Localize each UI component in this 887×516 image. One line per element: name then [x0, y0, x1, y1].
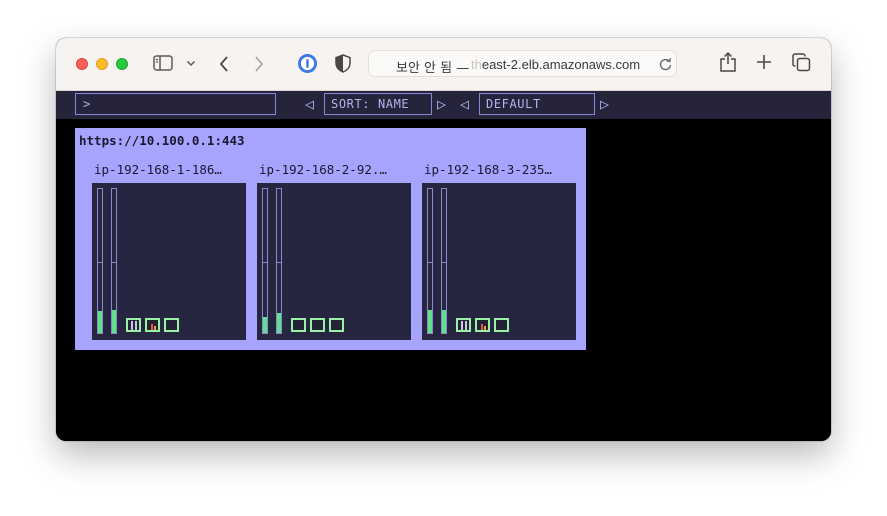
pod-chip: [456, 318, 471, 332]
node-metrics: [92, 183, 246, 340]
sort-selector[interactable]: SORT: NAME: [324, 93, 432, 115]
share-icon[interactable]: [719, 51, 737, 73]
close-window-button[interactable]: [76, 58, 88, 70]
memory-gauge: [441, 188, 447, 334]
pod-chip: [329, 318, 344, 332]
pod-chip: [475, 318, 490, 332]
endpoint-panel: https://10.100.0.1:443 ip-192-168-1-186……: [75, 128, 586, 350]
sort-prev-button[interactable]: ◁: [305, 95, 314, 113]
endpoint-url: https://10.100.0.1:443: [79, 133, 245, 148]
browser-window: 보안 안 됨 — theast-2.elb.amazonaws.com > ◁ …: [56, 38, 831, 441]
zoom-window-button[interactable]: [116, 58, 128, 70]
cpu-gauge: [262, 188, 268, 334]
command-prompt: >: [83, 97, 91, 111]
cpu-gauge: [427, 188, 433, 334]
node-metrics: [422, 183, 576, 340]
app-toolbar: > ◁ SORT: NAME ▷ ◁ DEFAULT ▷: [56, 91, 831, 119]
command-input[interactable]: >: [75, 93, 276, 115]
node-card[interactable]: ip-192-168-3-235…: [419, 159, 579, 343]
node-metrics: [257, 183, 411, 340]
cpu-gauge: [97, 188, 103, 334]
new-tab-icon[interactable]: [756, 54, 772, 70]
node-card[interactable]: ip-192-168-2-92.…: [254, 159, 414, 343]
pod-chip: [126, 318, 141, 332]
sort-label: SORT: NAME: [331, 97, 410, 111]
node-name: ip-192-168-1-186…: [94, 162, 222, 177]
node-card[interactable]: ip-192-168-1-186…: [89, 159, 249, 343]
pod-chip: [164, 318, 179, 332]
view-selector[interactable]: DEFAULT: [479, 93, 595, 115]
node-name: ip-192-168-3-235…: [424, 162, 552, 177]
reload-icon[interactable]: [659, 57, 672, 71]
sidebar-icon[interactable]: [153, 55, 173, 71]
tabs-overview-icon[interactable]: [792, 53, 811, 72]
view-prev-button[interactable]: ◁: [460, 95, 469, 113]
pod-chip: [310, 318, 325, 332]
minimize-window-button[interactable]: [96, 58, 108, 70]
view-next-button[interactable]: ▷: [600, 95, 609, 113]
shield-icon[interactable]: [335, 54, 351, 73]
address-bar[interactable]: 보안 안 됨 — theast-2.elb.amazonaws.com: [368, 50, 677, 77]
url-faded-prefix: th: [471, 57, 482, 72]
chevron-down-icon[interactable]: [186, 60, 196, 67]
view-label: DEFAULT: [486, 97, 541, 111]
back-icon[interactable]: [218, 55, 230, 73]
pod-chip: [494, 318, 509, 332]
url-text: theast-2.elb.amazonaws.com: [471, 57, 640, 72]
node-name: ip-192-168-2-92.…: [259, 162, 387, 177]
url-host: east-2.elb.amazonaws.com: [481, 57, 641, 72]
memory-gauge: [111, 188, 117, 334]
password-manager-icon[interactable]: [297, 53, 318, 74]
web-page: > ◁ SORT: NAME ▷ ◁ DEFAULT ▷ https://10.…: [56, 91, 831, 441]
security-warning-label: 보안 안 됨 —: [396, 61, 470, 76]
pod-chip: [145, 318, 160, 332]
memory-gauge: [276, 188, 282, 334]
sort-next-button[interactable]: ▷: [437, 95, 446, 113]
pod-chip: [291, 318, 306, 332]
browser-toolbar: 보안 안 됨 — theast-2.elb.amazonaws.com: [56, 38, 831, 91]
forward-icon[interactable]: [253, 55, 265, 73]
